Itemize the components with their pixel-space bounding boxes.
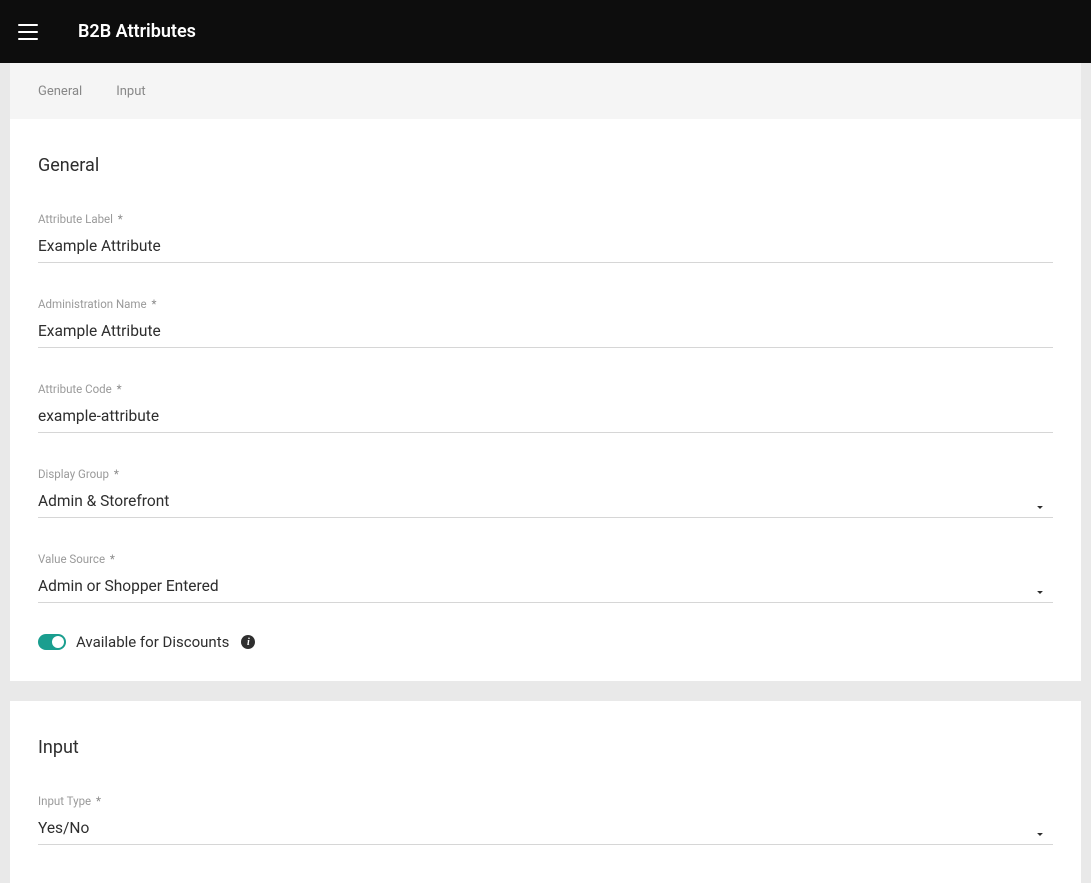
toggle-label-available-discounts: Available for Discounts (76, 633, 229, 651)
field-value-source: Value Source * (38, 552, 1053, 603)
select-value-source[interactable] (38, 572, 1053, 603)
input-attribute-label[interactable] (38, 232, 1053, 263)
page-title: B2B Attributes (78, 21, 196, 42)
select-input-type[interactable] (38, 814, 1053, 845)
label-administration-name: Administration Name * (38, 297, 1053, 311)
field-display-group: Display Group * (38, 467, 1053, 518)
label-input-type: Input Type * (38, 794, 1053, 808)
tab-input[interactable]: Input (116, 84, 145, 99)
tabs-bar: General Input (10, 63, 1081, 119)
toggle-available-discounts[interactable] (38, 634, 66, 650)
menu-icon[interactable] (18, 20, 42, 44)
label-display-group: Display Group * (38, 467, 1053, 481)
app-header: B2B Attributes (0, 0, 1091, 63)
section-general: General Attribute Label * Administration… (10, 119, 1081, 681)
toggle-available-discounts-row: Available for Discounts i (38, 633, 1053, 651)
field-attribute-label: Attribute Label * (38, 212, 1053, 263)
input-attribute-code[interactable] (38, 402, 1053, 433)
field-attribute-code: Attribute Code * (38, 382, 1053, 433)
field-administration-name: Administration Name * (38, 297, 1053, 348)
label-attribute-code: Attribute Code * (38, 382, 1053, 396)
label-attribute-label: Attribute Label * (38, 212, 1053, 226)
field-input-type: Input Type * (38, 794, 1053, 845)
section-input: Input Input Type * (10, 701, 1081, 883)
input-administration-name[interactable] (38, 317, 1053, 348)
info-icon[interactable]: i (241, 635, 255, 649)
label-value-source: Value Source * (38, 552, 1053, 566)
select-display-group[interactable] (38, 487, 1053, 518)
tab-general[interactable]: General (38, 84, 82, 99)
section-title-general: General (38, 155, 1053, 176)
section-title-input: Input (38, 737, 1053, 758)
